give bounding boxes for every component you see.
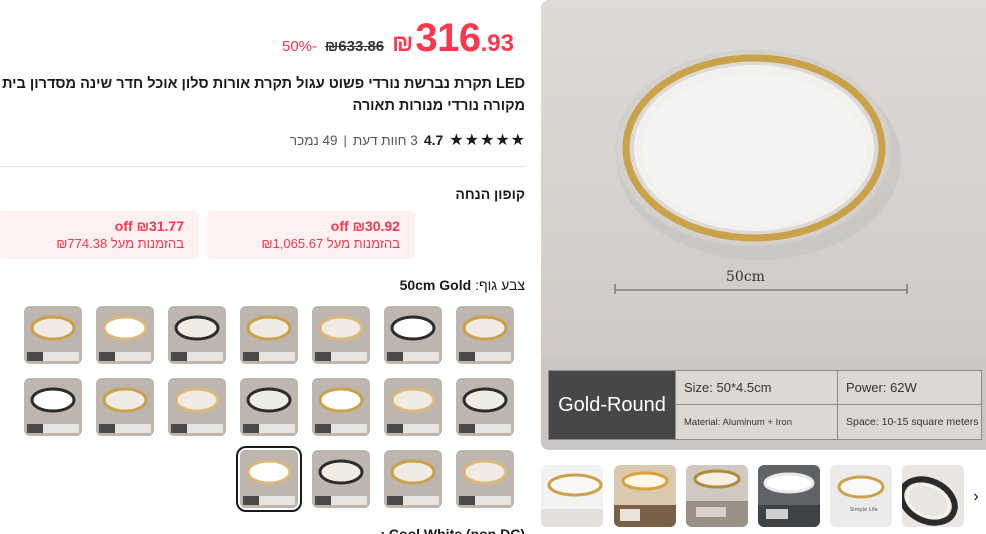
color-swatch[interactable] xyxy=(456,378,514,436)
color-swatch[interactable] xyxy=(456,306,514,364)
thumbnail-strip: Simple Life xyxy=(541,465,986,529)
coupon-card[interactable]: ₪30.92 off בהזמנות מעל ₪1,065.67 xyxy=(207,211,415,259)
color-swatch[interactable] xyxy=(240,306,298,364)
rating-separator: | xyxy=(343,132,347,148)
color-swatch[interactable] xyxy=(456,450,514,508)
coupon-section-title: קופון הנחה xyxy=(455,186,525,202)
discount-badge: 50%- xyxy=(281,38,318,55)
coupon-card[interactable]: ₪31.77 off בהזמנות מעל ₪774.38 xyxy=(0,211,199,259)
coupon-condition: בהזמנות מעל ₪1,065.67 xyxy=(261,236,400,251)
currency-symbol: ₪ xyxy=(392,30,414,57)
price-row: ₪ 316 .93 ₪633.86 50%- xyxy=(282,16,514,61)
color-option-label: צבע גוף: 50cm Gold xyxy=(400,277,525,293)
color-swatch[interactable] xyxy=(384,378,442,436)
color-swatch[interactable] xyxy=(312,306,370,364)
rating-score: 4.7 xyxy=(423,132,444,148)
thumbnail[interactable] xyxy=(541,465,603,527)
star-icon: ★ xyxy=(479,132,495,149)
color-swatch[interactable] xyxy=(24,378,82,436)
reviews-link[interactable]: 3 חוות דעת xyxy=(353,133,418,148)
color-swatch[interactable] xyxy=(96,306,154,364)
color-swatch[interactable] xyxy=(384,450,442,508)
color-swatch[interactable] xyxy=(312,450,370,508)
price-integer: 316 xyxy=(415,16,481,60)
spec-material: Material: Aluminum + Iron xyxy=(675,405,837,439)
thumbnail[interactable] xyxy=(614,465,676,527)
price-decimal: .93 xyxy=(480,30,514,57)
thumbnail[interactable] xyxy=(902,465,964,527)
dimension-caption: 50cm xyxy=(726,269,765,285)
star-icon: ★ xyxy=(449,132,464,149)
next-option-label: Cool White (non DC) : xyxy=(380,526,525,534)
spec-space: Space: 10-15 square meters xyxy=(837,405,981,439)
coupon-amount: ₪31.77 off xyxy=(114,218,184,234)
star-icon: ★ xyxy=(495,132,510,149)
rating-row[interactable]: ★ ★ ★ ★ ★ 4.7 3 חוות דעת | 49 נמכר xyxy=(290,129,525,151)
divider xyxy=(0,166,525,167)
thumbnail[interactable] xyxy=(686,465,748,527)
color-selected-value: 50cm Gold xyxy=(399,277,472,293)
current-price: ₪ 316 .93 xyxy=(392,16,514,61)
star-icon: ★ xyxy=(510,132,525,149)
color-swatch[interactable] xyxy=(168,306,226,364)
spec-power: Power: 62W xyxy=(837,371,981,405)
chevron-right-icon[interactable]: › xyxy=(966,480,986,514)
color-swatch[interactable] xyxy=(168,378,226,436)
sold-count: 49 נמכר xyxy=(289,132,338,148)
color-swatch[interactable] xyxy=(384,306,442,364)
star-icon: ★ xyxy=(464,132,479,149)
spec-table: Gold-Round Size: 50*4.5cm Power: 62W Mat… xyxy=(548,370,982,440)
color-swatch[interactable] xyxy=(96,378,154,436)
svg-text:Simple Life: Simple Life xyxy=(850,507,878,513)
coupon-amount: ₪30.92 off xyxy=(330,218,400,234)
rating-stars: ★ ★ ★ ★ ★ xyxy=(449,130,525,150)
color-label-prefix: צבע גוף: xyxy=(475,277,525,293)
coupon-condition: בהזמנות מעל ₪774.38 xyxy=(56,236,184,251)
color-swatch[interactable] xyxy=(240,378,298,436)
spec-size: Size: 50*4.5cm xyxy=(675,371,837,405)
product-title: LED תקרת נברשת נורדי פשוט עגול תקרת אורו… xyxy=(2,76,525,114)
color-swatch[interactable] xyxy=(236,446,302,512)
thumbnail[interactable]: Simple Life xyxy=(830,465,892,527)
color-swatch[interactable] xyxy=(24,306,82,364)
spec-name: Gold-Round xyxy=(549,371,675,439)
original-price: ₪633.86 xyxy=(325,38,385,55)
color-swatch[interactable] xyxy=(312,378,370,436)
thumbnail[interactable] xyxy=(758,465,820,527)
